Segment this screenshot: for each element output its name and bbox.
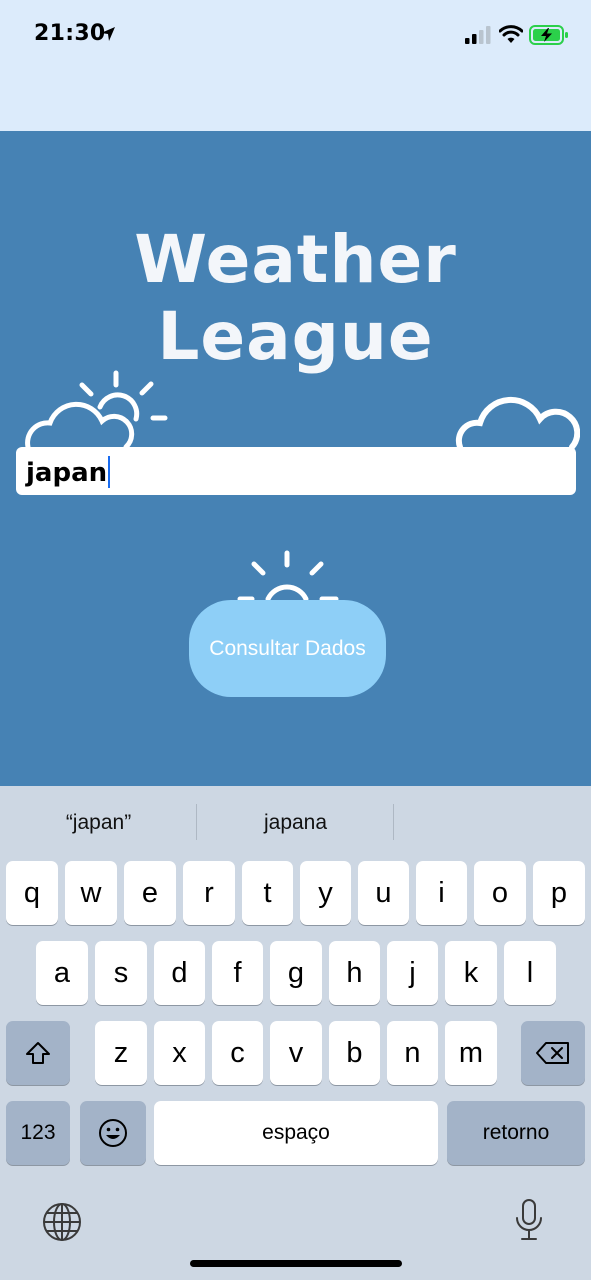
key-s[interactable]: s <box>95 941 147 1005</box>
key-g[interactable]: g <box>270 941 322 1005</box>
key-r[interactable]: r <box>183 861 235 925</box>
key-h[interactable]: h <box>329 941 380 1005</box>
location-arrow-icon <box>101 27 115 41</box>
shift-arrow-icon <box>26 1042 50 1064</box>
emoji-smiley-icon <box>99 1119 127 1147</box>
key-l[interactable]: l <box>504 941 556 1005</box>
key-d[interactable]: d <box>154 941 205 1005</box>
globe-icon[interactable] <box>42 1202 82 1242</box>
suggestion-1[interactable]: “japan” <box>0 786 197 860</box>
numbers-key[interactable]: 123 <box>6 1101 70 1165</box>
key-b[interactable]: b <box>329 1021 380 1085</box>
key-m[interactable]: m <box>445 1021 497 1085</box>
emoji-key[interactable] <box>80 1101 146 1165</box>
status-time: 21:30 <box>34 21 106 46</box>
key-y[interactable]: y <box>300 861 351 925</box>
keyboard: “japan” japana q w e r t y u i o p a s d… <box>0 786 591 1280</box>
key-p[interactable]: p <box>533 861 585 925</box>
backspace-icon <box>536 1042 569 1064</box>
key-f[interactable]: f <box>212 941 263 1005</box>
suggestion-2[interactable]: japana <box>197 786 394 860</box>
shift-key[interactable] <box>6 1021 70 1085</box>
delete-key[interactable] <box>521 1021 585 1085</box>
text-caret <box>108 456 111 488</box>
sun-icon <box>237 550 339 602</box>
app-title: Weather League <box>134 221 457 375</box>
key-v[interactable]: v <box>270 1021 322 1085</box>
key-z[interactable]: z <box>95 1021 147 1085</box>
key-o[interactable]: o <box>474 861 526 925</box>
key-i[interactable]: i <box>416 861 467 925</box>
key-n[interactable]: n <box>387 1021 438 1085</box>
city-search-input[interactable]: japan <box>16 447 576 495</box>
city-search-value: japan <box>26 456 111 488</box>
key-q[interactable]: q <box>6 861 58 925</box>
key-e[interactable]: e <box>124 861 176 925</box>
key-a[interactable]: a <box>36 941 88 1005</box>
home-indicator[interactable] <box>190 1260 402 1267</box>
key-k[interactable]: k <box>445 941 497 1005</box>
cloud-icon <box>455 396 580 450</box>
consult-data-button[interactable]: Consultar Dados <box>189 600 386 697</box>
status-bar: 21:30 <box>0 0 591 131</box>
battery-charging-icon <box>529 25 568 45</box>
wifi-icon <box>499 25 523 43</box>
key-c[interactable]: c <box>212 1021 263 1085</box>
microphone-icon[interactable] <box>514 1198 544 1242</box>
return-key[interactable]: retorno <box>447 1101 585 1165</box>
cellular-signal-icon <box>465 26 491 44</box>
key-j[interactable]: j <box>387 941 438 1005</box>
cloud-sun-icon <box>25 370 168 450</box>
weather-app-screen: Weather League japan Consultar Dados <box>0 131 591 786</box>
key-x[interactable]: x <box>154 1021 205 1085</box>
key-t[interactable]: t <box>242 861 293 925</box>
key-u[interactable]: u <box>358 861 409 925</box>
key-w[interactable]: w <box>65 861 117 925</box>
space-key[interactable]: espaço <box>154 1101 438 1165</box>
suggestion-3[interactable] <box>394 786 591 860</box>
